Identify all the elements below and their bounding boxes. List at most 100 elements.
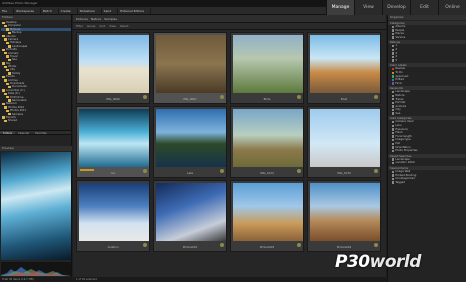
thumbnail[interactable]: Picture003 xyxy=(230,180,304,252)
thumbnail[interactable]: Ice xyxy=(76,106,150,178)
checkbox-icon[interactable] xyxy=(392,174,395,177)
checkbox-icon[interactable] xyxy=(392,135,395,138)
checkbox-icon[interactable] xyxy=(392,32,395,36)
menu-item-1[interactable]: Workspaces xyxy=(14,7,41,14)
organize-item-label: 5 xyxy=(395,57,398,62)
folder-item[interactable]: Shared xyxy=(1,119,71,122)
folder-icon xyxy=(4,38,7,41)
organize-item[interactable]: Final xyxy=(388,81,466,86)
color-swatch-icon xyxy=(392,82,395,85)
menu-item-2[interactable]: Batch xyxy=(41,7,59,14)
checkbox-icon[interactable] xyxy=(392,170,395,173)
menu-item-6[interactable]: External Editors xyxy=(118,7,152,14)
thumbnail[interactable]: Aviation xyxy=(76,180,150,252)
organize-sections: Categories Albums People Places Various Ratin… xyxy=(388,21,466,184)
breadcrumb-item[interactable]: Samples xyxy=(104,15,117,22)
checkbox-icon[interactable] xyxy=(392,128,395,131)
breadcrumb-item[interactable]: Pictures xyxy=(76,15,88,22)
mode-tab-develop[interactable]: Develop xyxy=(382,0,410,15)
organize-item[interactable]: 5 xyxy=(388,57,466,63)
menu-item-4[interactable]: Slideshow xyxy=(78,7,102,14)
folder-icon xyxy=(6,55,9,58)
mode-tab-manage[interactable]: Manage xyxy=(326,0,354,15)
thumbnail[interactable]: Lake xyxy=(153,106,227,178)
checkbox-icon[interactable] xyxy=(392,124,395,128)
checkbox-icon[interactable] xyxy=(392,25,395,28)
checkbox-icon[interactable] xyxy=(392,44,395,48)
thumbnail-caption: IMG_0067 xyxy=(183,97,197,101)
checkbox-icon[interactable] xyxy=(392,105,395,108)
folder-icon xyxy=(4,65,7,68)
color-swatch-icon xyxy=(392,75,395,78)
tab-favorites[interactable]: Favorites xyxy=(32,131,49,135)
checkbox-icon[interactable] xyxy=(392,36,395,39)
folder-icon xyxy=(6,28,9,31)
filter-view-menu[interactable]: View xyxy=(109,23,116,29)
checkbox-icon[interactable] xyxy=(392,52,395,55)
tab-calendar[interactable]: Calendar xyxy=(15,131,32,135)
thumbnail-caption: IMG_1030 xyxy=(337,171,351,175)
breadcrumb-item[interactable]: Nature xyxy=(91,15,101,22)
organize-item-label: vacation 2009 xyxy=(395,160,415,165)
menu-item-3[interactable]: Create xyxy=(59,7,78,14)
thumbnail-caption: Picture001 xyxy=(182,245,198,249)
thumbnail-caption: IMG_0066 xyxy=(106,97,120,101)
organize-panel: Organize Categories Albums People Places Var… xyxy=(387,15,466,282)
thumbnail[interactable]: IMG_1024 xyxy=(230,106,304,178)
mode-tab-online[interactable]: Online xyxy=(438,0,466,15)
checkbox-icon[interactable] xyxy=(392,112,395,115)
status-bar-center: 1 of 36 selected xyxy=(73,277,386,282)
filter-group-menu[interactable]: Group xyxy=(87,23,96,29)
thumbnail-image xyxy=(310,35,380,93)
folder-tree: Desktop Computer Pictures Backup Albums Camer… xyxy=(0,20,71,130)
thumbnail[interactable]: IMG_0066 xyxy=(76,32,150,104)
organize-item[interactable]: vacation 2009 xyxy=(388,161,466,165)
checkbox-icon[interactable] xyxy=(392,59,395,62)
checkbox-icon[interactable] xyxy=(392,108,395,112)
checkbox-icon[interactable] xyxy=(392,90,395,94)
filter-sort-menu[interactable]: Sort xyxy=(99,23,105,29)
checkbox-icon[interactable] xyxy=(392,142,395,146)
mode-tab-view[interactable]: View xyxy=(354,0,382,15)
organize-item[interactable]: Tagged xyxy=(388,180,466,185)
tab-folders[interactable]: Folders xyxy=(0,131,16,135)
menu-item-5[interactable]: Send xyxy=(102,7,119,14)
organize-item[interactable]: Various xyxy=(388,35,466,40)
checkbox-icon[interactable] xyxy=(392,131,395,135)
folder-icon xyxy=(2,48,5,52)
thumbnail-caption: Lake xyxy=(186,171,194,175)
thumbnail-caption: Birds xyxy=(263,97,271,101)
filter-filter-menu[interactable]: Filter xyxy=(76,23,83,29)
folder-icon xyxy=(4,79,7,82)
mode-tab-edit[interactable]: Edit xyxy=(410,0,438,15)
checkbox-icon[interactable] xyxy=(392,121,395,124)
checkbox-icon[interactable] xyxy=(392,139,395,142)
thumbnail[interactable]: IMG_0067 xyxy=(153,32,227,104)
thumbnail[interactable]: Picture004 xyxy=(307,180,381,252)
organize-item-label: Sea xyxy=(395,110,401,115)
checkbox-icon[interactable] xyxy=(392,48,395,51)
filter-select-menu[interactable]: Select xyxy=(120,23,129,29)
thumbnail[interactable]: IMG_1030 xyxy=(307,106,381,178)
mode-tabs: Manage View Develop Edit Online xyxy=(326,0,466,15)
checkbox-icon[interactable] xyxy=(392,158,395,161)
thumbnail[interactable]: Birds xyxy=(230,32,304,104)
checkbox-icon[interactable] xyxy=(392,55,395,59)
checkbox-icon[interactable] xyxy=(392,29,395,32)
thumbnail-image xyxy=(233,35,303,93)
organize-item[interactable]: Sea xyxy=(388,110,466,116)
thumbnail[interactable]: Picture001 xyxy=(153,180,227,252)
organize-panel-title: Organize xyxy=(388,15,466,20)
checkbox-icon[interactable] xyxy=(392,146,395,149)
folder-icon xyxy=(4,119,7,123)
thumbnail-image xyxy=(156,35,226,93)
folder-icon xyxy=(4,92,7,96)
thumbnail-caption: IMG_1024 xyxy=(260,171,274,175)
thumbnail[interactable]: Boat xyxy=(307,32,381,104)
address-bar[interactable]: Pictures Nature Samples xyxy=(73,15,386,23)
organize-item[interactable]: Photo Properties xyxy=(388,149,466,153)
checkbox-icon[interactable] xyxy=(392,101,395,105)
checkbox-icon[interactable] xyxy=(392,162,395,165)
menu-item-0[interactable]: File xyxy=(0,7,15,14)
checkbox-icon[interactable] xyxy=(392,149,395,153)
